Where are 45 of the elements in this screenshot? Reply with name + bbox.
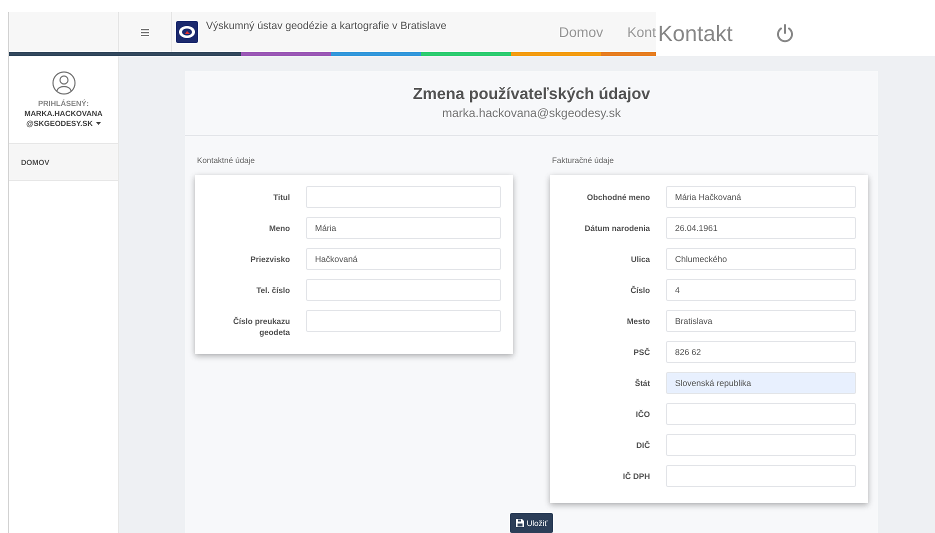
field-label: Ulica [630, 254, 650, 265]
field-label: IČO [634, 408, 650, 420]
field-label: Mesto [626, 316, 650, 327]
field-label: Obchodné meno [586, 192, 650, 203]
input-field[interactable]: 4 [666, 279, 856, 301]
field-label: Priezvisko [249, 254, 290, 265]
user-email: marka.hackovana@skgeodesy.sk [442, 106, 621, 120]
logo-icon [176, 21, 198, 43]
field-label: Tel. číslo [255, 285, 290, 296]
power-button[interactable] [776, 24, 794, 44]
field-label: Meno [268, 223, 290, 234]
input-field[interactable]: 826 62 [666, 341, 856, 363]
section-title: Kontaktné údaje [197, 156, 256, 165]
input-field[interactable]: Slovenská republika [666, 372, 856, 394]
input-field[interactable]: Hačkovaná [306, 248, 501, 270]
input-field[interactable]: Chlumeckého [666, 248, 856, 270]
caret-icon [96, 122, 101, 125]
input-field[interactable]: Mária [306, 217, 501, 239]
page-title: Zmena používateľských údajov [412, 86, 650, 104]
input-field[interactable] [666, 434, 856, 456]
field-label: Štát [634, 378, 650, 389]
field-label: Číslo [629, 284, 650, 296]
field-label: IČ DPH [622, 470, 650, 482]
menu-icon [141, 28, 149, 36]
section-title: Fakturačné údaje [552, 156, 615, 165]
input-field[interactable] [306, 279, 501, 301]
field-label: DIČ [635, 440, 650, 451]
input-field[interactable] [306, 186, 501, 208]
user-icon [52, 70, 76, 94]
field-label: Dátum narodenia [584, 223, 650, 234]
input-field[interactable] [666, 403, 856, 425]
input-field[interactable]: Mária Hačkovaná [666, 186, 856, 208]
organization-title: Výskumný ústav geodézie a kartografie v Bratislave [206, 20, 446, 32]
floppy-icon [516, 519, 524, 527]
save-button[interactable]: Uložiť [510, 513, 554, 533]
input-field[interactable] [306, 310, 501, 332]
field-label: PSČ [632, 346, 650, 358]
contact-label: Kontakt [658, 21, 733, 47]
field-label: Titul [272, 192, 290, 203]
power-icon [776, 24, 794, 44]
field-label: Číslo preukazu geodeta [232, 316, 290, 338]
input-field[interactable]: 26.04.1961 [666, 217, 856, 239]
input-field[interactable]: Bratislava [666, 310, 856, 332]
input-field[interactable] [666, 465, 856, 487]
menu-button[interactable] [118, 12, 172, 52]
